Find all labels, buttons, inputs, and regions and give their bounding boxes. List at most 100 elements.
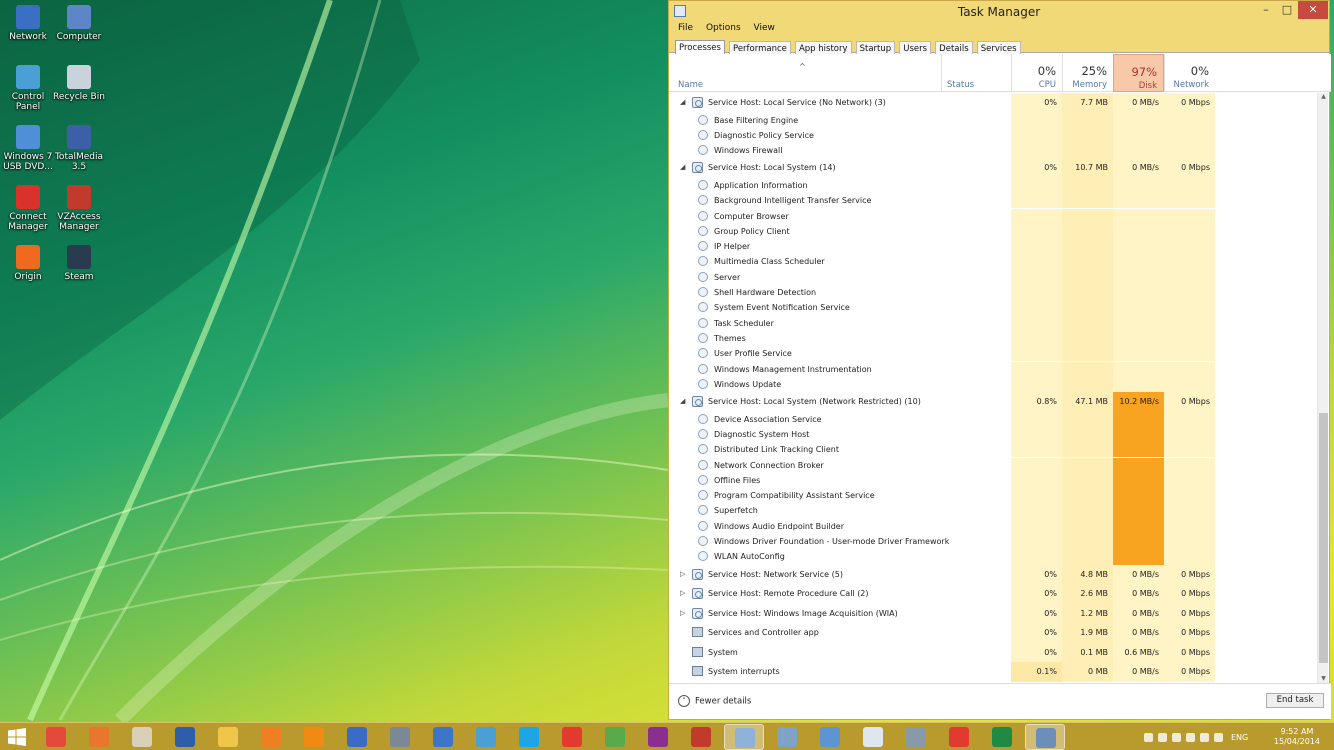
winrar-icon[interactable] [648, 727, 668, 747]
globe-app-icon[interactable] [175, 727, 195, 747]
process-row[interactable]: System interrupts 0.1% 0 MB 0 MB/s 0 Mbps [669, 662, 1319, 682]
desktop-shortcut[interactable]: TotalMedia 3.5 [51, 125, 107, 172]
vlc-icon[interactable] [304, 727, 324, 747]
media-player-icon[interactable] [261, 727, 281, 747]
expand-arrow-icon[interactable]: ▷ [680, 589, 685, 597]
process-row[interactable]: ▷ Service Host: Windows Image Acquisition… [669, 603, 1319, 624]
service-row[interactable]: Offline Files [669, 472, 1319, 489]
vertical-scrollbar[interactable]: ▲ ▼ [1317, 93, 1328, 684]
desktop-shortcut[interactable]: Windows 7 USB DVD... [0, 125, 56, 172]
service-row[interactable]: WLAN AutoConfig [669, 549, 1319, 565]
service-row[interactable]: Windows Management Instrumentation [669, 361, 1319, 377]
windows-start-icon[interactable] [8, 728, 26, 746]
column-header-disk[interactable]: 97% Disk [1113, 54, 1164, 92]
collapse-arrow-icon[interactable]: ◢ [680, 397, 685, 405]
desktop-shortcut[interactable]: Origin [0, 245, 56, 282]
service-row[interactable]: System Event Notification Service [669, 300, 1319, 316]
app-blue-icon[interactable] [433, 727, 453, 747]
clock[interactable]: 9:52 AM 15/04/2014 [1274, 727, 1320, 747]
service-row[interactable]: Group Policy Client [669, 223, 1319, 240]
service-row[interactable]: Computer Browser [669, 208, 1319, 224]
service-row[interactable]: Windows Audio Endpoint Builder [669, 518, 1319, 534]
service-row[interactable]: Superfetch [669, 503, 1319, 519]
scrollbar-thumb[interactable] [1319, 413, 1328, 663]
minimize-button[interactable]: – [1255, 1, 1277, 19]
tray-keyboard-icon[interactable] [1214, 733, 1223, 742]
desktop-shortcut[interactable]: Control Panel [0, 65, 56, 112]
settings-gear-icon[interactable] [1025, 724, 1065, 750]
tray-flag-icon[interactable] [1172, 733, 1181, 742]
fewer-details-link[interactable]: ˄ Fewer details [678, 695, 751, 707]
column-header-cpu[interactable]: 0% CPU [1011, 54, 1062, 92]
collapse-arrow-icon[interactable]: ◢ [680, 163, 685, 171]
task-manager-icon[interactable] [724, 724, 764, 750]
service-row[interactable]: Multimedia Class Scheduler [669, 254, 1319, 270]
service-row[interactable]: Task Scheduler [669, 315, 1319, 331]
maximize-button[interactable]: □ [1277, 1, 1297, 19]
service-row[interactable]: Windows Driver Foundation - User-mode Dr… [669, 534, 1319, 550]
skype-icon[interactable] [519, 727, 539, 747]
process-row[interactable]: System 0% 0.1 MB 0.6 MB/s 0 Mbps [669, 642, 1319, 663]
service-row[interactable]: Diagnostic System Host [669, 426, 1319, 443]
photo-viewer-icon[interactable] [820, 727, 840, 747]
process-row[interactable]: ▷ Service Host: Network Service (5) 0% 4.8 … [669, 564, 1319, 585]
tray-app-icon[interactable] [1158, 733, 1167, 742]
desktop-shortcut[interactable]: VZAccess Manager [51, 185, 107, 232]
service-row[interactable]: Program Compatibility Assistant Service [669, 488, 1319, 504]
service-row[interactable]: Windows Firewall [669, 143, 1319, 159]
garlic-app-icon[interactable] [132, 727, 152, 747]
scroll-up-arrow-icon[interactable]: ▲ [1318, 93, 1329, 102]
service-row[interactable]: Background Intelligent Transfer Service [669, 193, 1319, 209]
expand-arrow-icon[interactable]: ▷ [680, 570, 685, 578]
calculator-icon[interactable] [906, 727, 926, 747]
process-row[interactable]: ◢ Service Host: Local System (Network Res… [669, 392, 1319, 412]
tray-network-icon[interactable] [1200, 733, 1209, 742]
vzaccess-icon[interactable] [691, 727, 711, 747]
close-button[interactable]: ✕ [1298, 1, 1328, 19]
service-row[interactable]: IP Helper [669, 239, 1319, 255]
excel-icon[interactable] [992, 727, 1012, 747]
column-header-memory[interactable]: 25% Memory [1062, 54, 1113, 92]
process-row[interactable]: Services and Controller app 0% 1.9 MB 0 MB/… [669, 623, 1319, 643]
file-explorer-icon[interactable] [218, 727, 238, 747]
desktop-shortcut[interactable]: Steam [51, 245, 107, 282]
process-row[interactable]: ◢ Service Host: Local System (14) 0% 10.7 M… [669, 158, 1319, 178]
desktop-shortcut[interactable]: Computer [51, 5, 107, 42]
column-header-name[interactable]: ^ Name [669, 54, 941, 92]
film-app-icon[interactable] [390, 727, 410, 747]
menu-view[interactable]: View [754, 23, 775, 33]
service-row[interactable]: Shell Hardware Detection [669, 285, 1319, 301]
process-row[interactable]: ◢ Service Host: Local Service (No Network… [669, 93, 1319, 113]
utorrent-icon[interactable] [605, 727, 625, 747]
service-row[interactable]: Diagnostic Policy Service [669, 127, 1319, 144]
popcorn-icon[interactable] [562, 727, 582, 747]
end-task-button[interactable]: End task [1266, 693, 1324, 708]
language-indicator[interactable]: ENG [1231, 733, 1248, 742]
title-bar[interactable]: Task Manager – □ ✕ [669, 1, 1329, 23]
desktop-shortcut[interactable]: Recycle Bin [51, 65, 107, 102]
process-row[interactable]: ▷ Service Host: Remote Procedure Call (2)… [669, 584, 1319, 604]
tray-expand-icon[interactable] [1144, 733, 1153, 742]
notes-app-icon[interactable] [777, 727, 797, 747]
service-row[interactable]: Windows Update [669, 376, 1319, 393]
service-row[interactable]: Base Filtering Engine [669, 112, 1319, 128]
expand-arrow-icon[interactable]: ▷ [680, 609, 685, 617]
desktop-shortcut[interactable]: Connect Manager [0, 185, 56, 232]
service-row[interactable]: Server [669, 269, 1319, 285]
tray-volume-icon[interactable] [1186, 733, 1195, 742]
column-header-status[interactable]: Status [941, 54, 1011, 92]
menu-file[interactable]: File [678, 23, 693, 33]
google-earth-icon[interactable] [347, 727, 367, 747]
service-row[interactable]: User Profile Service [669, 346, 1319, 362]
column-header-network[interactable]: 0% Network [1164, 54, 1215, 92]
service-row[interactable]: Distributed Link Tracking Client [669, 442, 1319, 458]
firefox-icon[interactable] [89, 727, 109, 747]
chrome-icon[interactable] [46, 727, 66, 747]
control-panel-icon[interactable] [476, 727, 496, 747]
service-row[interactable]: Network Connection Broker [669, 457, 1319, 473]
collapse-arrow-icon[interactable]: ◢ [680, 98, 685, 106]
menu-options[interactable]: Options [706, 23, 741, 33]
paint-icon[interactable] [863, 727, 883, 747]
power-app-icon[interactable] [949, 727, 969, 747]
service-row[interactable]: Device Association Service [669, 411, 1319, 427]
